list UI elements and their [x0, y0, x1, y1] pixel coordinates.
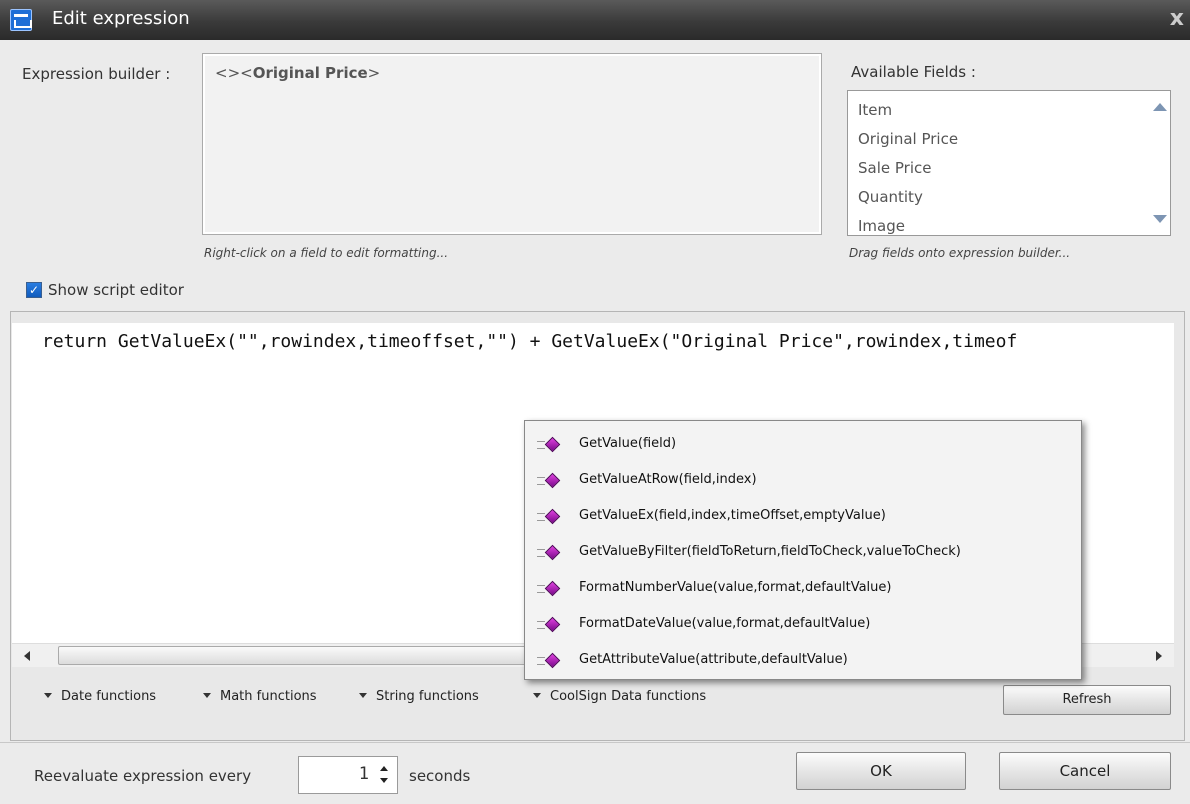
autocomplete-item[interactable]: GetValueEx(field,index,timeOffset,emptyV…	[525, 498, 1081, 534]
dropdown-caret-icon	[44, 693, 52, 698]
autocomplete-item[interactable]: GetValue(field)	[525, 426, 1081, 462]
autocomplete-item[interactable]: FormatDateValue(value,format,defaultValu…	[525, 606, 1081, 642]
field-item[interactable]: Quantity	[858, 186, 1170, 215]
field-item[interactable]: Image	[858, 215, 1170, 235]
scroll-right-icon[interactable]	[1156, 651, 1162, 661]
method-icon	[537, 544, 563, 562]
expression-prefix: <><	[215, 64, 253, 82]
math-functions-label: Math functions	[220, 689, 317, 704]
reevaluate-interval-value: 1	[358, 764, 369, 784]
autocomplete-item-label: GetValueAtRow(field,index)	[579, 472, 757, 487]
date-functions-menu[interactable]: Date functions	[44, 689, 156, 704]
ok-button[interactable]: OK	[796, 752, 966, 790]
field-item[interactable]: Item	[858, 99, 1170, 128]
date-functions-label: Date functions	[61, 689, 157, 704]
available-fields-label: Available Fields :	[851, 63, 976, 81]
field-item[interactable]: Sale Price	[858, 157, 1170, 186]
seconds-label: seconds	[409, 767, 471, 785]
autocomplete-item-label: GetValueEx(field,index,timeOffset,emptyV…	[579, 508, 886, 523]
coolsign-data-functions-menu[interactable]: CoolSign Data functions	[533, 689, 706, 704]
field-item[interactable]: Original Price	[858, 128, 1170, 157]
scroll-left-icon[interactable]	[24, 651, 30, 661]
autocomplete-item[interactable]: GetValueByFilter(fieldToReturn,fieldToCh…	[525, 534, 1081, 570]
autocomplete-item-label: FormatNumberValue(value,format,defaultVa…	[579, 580, 892, 595]
reevaluate-interval-stepper[interactable]: 1	[298, 756, 398, 794]
autocomplete-item[interactable]: GetValueAtRow(field,index)	[525, 462, 1081, 498]
stepper-down-icon[interactable]	[380, 778, 388, 783]
dropdown-caret-icon	[203, 693, 211, 698]
autocomplete-item-label: GetAttributeValue(attribute,defaultValue…	[579, 652, 848, 667]
close-icon[interactable]: x	[1170, 6, 1184, 31]
footer-divider	[0, 742, 1190, 743]
expression-builder-label: Expression builder :	[22, 65, 171, 83]
method-icon	[537, 580, 563, 598]
title-bar: Edit expression x	[0, 0, 1190, 40]
script-code: return GetValueEx("",rowindex,timeoffset…	[42, 331, 1018, 352]
autocomplete-item-label: FormatDateValue(value,format,defaultValu…	[579, 616, 871, 631]
available-fields-hint: Drag fields onto expression builder...	[849, 246, 1071, 260]
string-functions-menu[interactable]: String functions	[359, 689, 479, 704]
autocomplete-popup: GetValue(field) GetValueAtRow(field,inde…	[524, 420, 1082, 680]
expression-field-token[interactable]: Original Price	[253, 64, 368, 82]
stepper-up-icon[interactable]	[380, 766, 388, 771]
method-icon	[537, 616, 563, 634]
available-fields-list[interactable]: Item Original Price Sale Price Quantity …	[847, 90, 1171, 236]
scroll-up-icon[interactable]	[1153, 103, 1167, 111]
expression-builder-hint: Right-click on a field to edit formattin…	[204, 246, 449, 260]
dropdown-caret-icon	[533, 693, 541, 698]
coolsign-data-functions-label: CoolSign Data functions	[550, 689, 707, 704]
window-title: Edit expression	[52, 8, 190, 29]
method-icon	[537, 436, 563, 454]
method-icon	[537, 472, 563, 490]
show-script-editor-label: Show script editor	[48, 281, 184, 299]
fields-scrollbar[interactable]	[1148, 91, 1170, 235]
method-icon	[537, 508, 563, 526]
expression-builder-box[interactable]: <><Original Price>	[202, 53, 822, 235]
app-window-icon	[10, 9, 32, 31]
string-functions-label: String functions	[376, 689, 479, 704]
autocomplete-item-label: GetValueByFilter(fieldToReturn,fieldToCh…	[579, 544, 961, 559]
autocomplete-item-label: GetValue(field)	[579, 436, 677, 451]
refresh-button[interactable]: Refresh	[1003, 685, 1171, 715]
show-script-editor-checkbox[interactable]: ✓	[26, 282, 42, 298]
scroll-down-icon[interactable]	[1153, 215, 1167, 223]
method-icon	[537, 652, 563, 670]
expression-suffix: >	[367, 64, 381, 82]
autocomplete-item[interactable]: FormatNumberValue(value,format,defaultVa…	[525, 570, 1081, 606]
expression-text: <><Original Price>	[215, 64, 380, 82]
math-functions-menu[interactable]: Math functions	[203, 689, 317, 704]
scroll-thumb[interactable]	[58, 646, 538, 665]
cancel-button[interactable]: Cancel	[999, 752, 1171, 790]
dropdown-caret-icon	[359, 693, 367, 698]
reevaluate-label: Reevaluate expression every	[34, 767, 252, 785]
autocomplete-item[interactable]: GetAttributeValue(attribute,defaultValue…	[525, 642, 1081, 678]
